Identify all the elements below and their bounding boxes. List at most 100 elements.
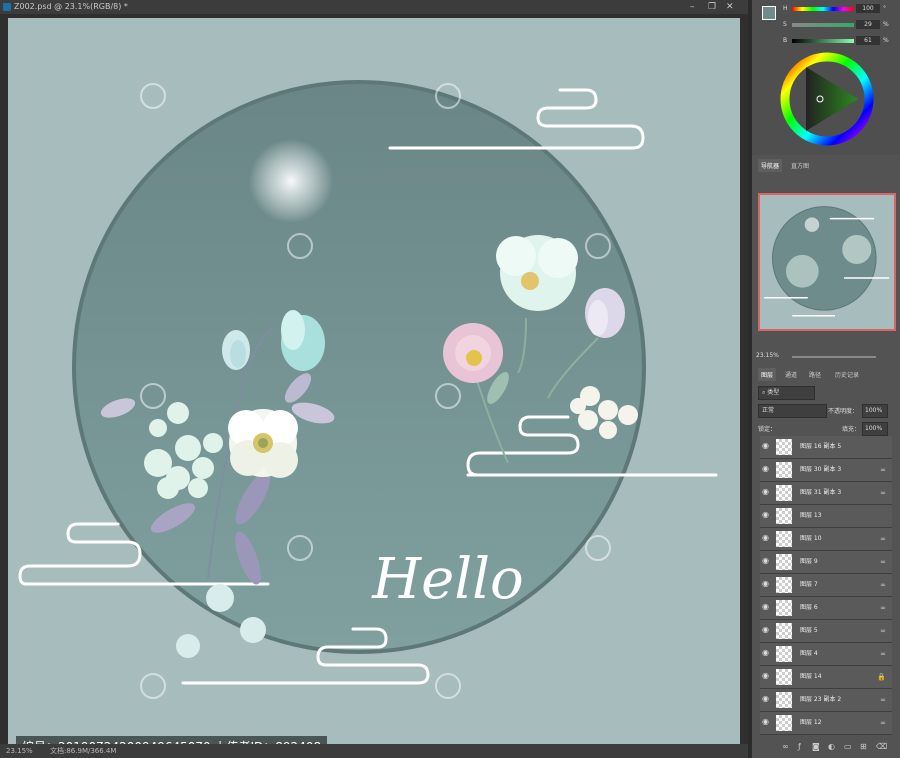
new-layer-icon[interactable]: ⊞ [860, 742, 867, 751]
layer-row[interactable]: ◉ 图层 6 ∞ [760, 597, 892, 620]
visibility-eye-icon[interactable]: ◉ [762, 580, 772, 588]
layer-thumbnail [776, 485, 792, 501]
fx-icon[interactable]: ƒ [798, 742, 801, 751]
layer-name: 图层 4 [800, 650, 818, 657]
visibility-eye-icon[interactable]: ◉ [762, 534, 772, 542]
white-anemone [228, 409, 298, 478]
lock-label: 锁定： [758, 426, 777, 433]
layer-name: 图层 7 [800, 581, 818, 588]
link-icon: ∞ [880, 489, 886, 497]
visibility-eye-icon[interactable]: ◉ [762, 488, 772, 496]
navigator-zoom-slider[interactable] [792, 356, 876, 358]
layers-footer: ∞ ƒ ◙ ◐ ▭ ⊞ ⌫ [752, 742, 900, 756]
navigator-preview[interactable] [758, 193, 896, 331]
layer-row[interactable]: ◉ 图层 5 ∞ [760, 620, 892, 643]
hue-slider[interactable] [792, 7, 854, 11]
canvas-area[interactable]: Hello 编号：20190724200949645070 上传者ID：8924… [0, 14, 748, 756]
zoom-readout[interactable]: 23.15% [6, 744, 33, 758]
layer-row[interactable]: ◉ 图层 30 副本 3 ∞ [760, 459, 892, 482]
layers-list: ◉ 图层 16 副本 5 ◉ 图层 30 副本 3 ∞ ◉ 图层 31 副本 3 ∞ ◉ 图… [752, 436, 900, 740]
layer-thumbnail [776, 554, 792, 570]
brightness-unit: % [883, 37, 889, 44]
layer-thumbnail [776, 715, 792, 731]
moon-glow [249, 139, 333, 223]
layer-name: 图层 16 副本 5 [800, 443, 842, 450]
layer-name: 图层 9 [800, 558, 818, 565]
layer-name: 图层 30 副本 3 [800, 466, 842, 473]
fill-input[interactable]: 100% [862, 422, 888, 436]
layer-name: 图层 31 副本 3 [800, 489, 842, 496]
layer-thumbnail [776, 531, 792, 547]
saturation-slider[interactable] [792, 23, 854, 27]
tab-paths[interactable]: 路径 [806, 368, 824, 381]
link-layers-icon[interactable]: ∞ [782, 742, 789, 751]
blend-mode-select[interactable]: 正常 [758, 404, 827, 418]
navigator-panel: 导航器 直方图 23.15% [752, 157, 900, 362]
layer-row[interactable]: ◉ 图层 16 副本 5 [760, 436, 892, 459]
link-icon: ∞ [880, 719, 886, 727]
layer-name: 图层 14 [800, 673, 822, 680]
visibility-eye-icon[interactable]: ◉ [762, 511, 772, 519]
visibility-eye-icon[interactable]: ◉ [762, 626, 772, 634]
tab-layers[interactable]: 图层 [758, 368, 777, 381]
link-icon: ∞ [880, 466, 886, 474]
document-tab[interactable]: Z002.psd @ 23.1%(RGB/8) * – ❐ ✕ [0, 0, 748, 14]
color-panel: H 100 ° S 29 % B 61 % [752, 0, 900, 155]
layer-row[interactable]: ◉ 图层 14 🔒 [760, 666, 892, 689]
visibility-eye-icon[interactable]: ◉ [762, 695, 772, 703]
layer-name: 图层 6 [800, 604, 818, 611]
layer-row[interactable]: ◉ 图层 12 ∞ [760, 712, 892, 735]
group-folder-icon[interactable]: ▭ [844, 742, 852, 751]
layer-row[interactable]: ◉ 图层 13 [760, 505, 892, 528]
tab-history[interactable]: 历史记录 [832, 368, 862, 381]
tab-histogram[interactable]: 直方图 [788, 159, 812, 172]
layer-thumbnail [776, 669, 792, 685]
adjustment-icon[interactable]: ◐ [828, 742, 835, 751]
hue-unit: ° [883, 5, 886, 12]
hue-value[interactable]: 100 [856, 4, 880, 13]
visibility-eye-icon[interactable]: ◉ [762, 603, 772, 611]
saturation-value[interactable]: 29 [856, 20, 880, 29]
layer-name: 图层 5 [800, 627, 818, 634]
moon-circle [72, 80, 646, 654]
tab-channels[interactable]: 通道 [782, 368, 800, 381]
visibility-eye-icon[interactable]: ◉ [762, 442, 772, 450]
layer-row[interactable]: ◉ 图层 4 ∞ [760, 643, 892, 666]
blend-mode-value: 正常 [762, 407, 775, 414]
brightness-value[interactable]: 61 [856, 36, 880, 45]
photoshop-icon [3, 3, 11, 11]
restore-icon[interactable]: ❐ [708, 0, 716, 14]
visibility-eye-icon[interactable]: ◉ [762, 672, 772, 680]
foreground-swatch[interactable] [762, 6, 776, 20]
layer-filter-select[interactable]: ⌕ 类型 [758, 386, 815, 400]
layer-row[interactable]: ◉ 图层 7 ∞ [760, 574, 892, 597]
navigator-zoom[interactable]: 23.15% [756, 352, 779, 359]
visibility-eye-icon[interactable]: ◉ [762, 465, 772, 473]
trash-icon[interactable]: ⌫ [876, 742, 887, 751]
layer-thumbnail [776, 462, 792, 478]
tab-navigator[interactable]: 导航器 [758, 159, 783, 172]
document-canvas[interactable]: Hello 编号：20190724200949645070 上传者ID：8924… [8, 18, 740, 756]
layer-row[interactable]: ◉ 图层 23 副本 2 ∞ [760, 689, 892, 712]
hue-label: H [783, 5, 788, 12]
brightness-slider[interactable] [792, 39, 854, 43]
link-icon: ∞ [880, 558, 886, 566]
layer-thumbnail [776, 600, 792, 616]
mask-icon[interactable]: ◙ [812, 742, 820, 751]
layer-row[interactable]: ◉ 图层 10 ∞ [760, 528, 892, 551]
opacity-label: 不透明度： [828, 408, 859, 415]
color-wheel[interactable] [780, 52, 874, 146]
layer-row[interactable]: ◉ 图层 31 副本 3 ∞ [760, 482, 892, 505]
visibility-eye-icon[interactable]: ◉ [762, 718, 772, 726]
close-icon[interactable]: ✕ [726, 0, 734, 14]
opacity-input[interactable]: 100% [862, 404, 888, 418]
visibility-eye-icon[interactable]: ◉ [762, 557, 772, 565]
link-icon: ∞ [880, 581, 886, 589]
layer-row[interactable]: ◉ 图层 9 ∞ [760, 551, 892, 574]
artwork: Hello [18, 80, 718, 699]
layer-name: 图层 23 副本 2 [800, 696, 842, 703]
minimize-icon[interactable]: – [690, 0, 695, 14]
link-icon: ∞ [880, 696, 886, 704]
link-icon: ∞ [880, 650, 886, 658]
visibility-eye-icon[interactable]: ◉ [762, 649, 772, 657]
